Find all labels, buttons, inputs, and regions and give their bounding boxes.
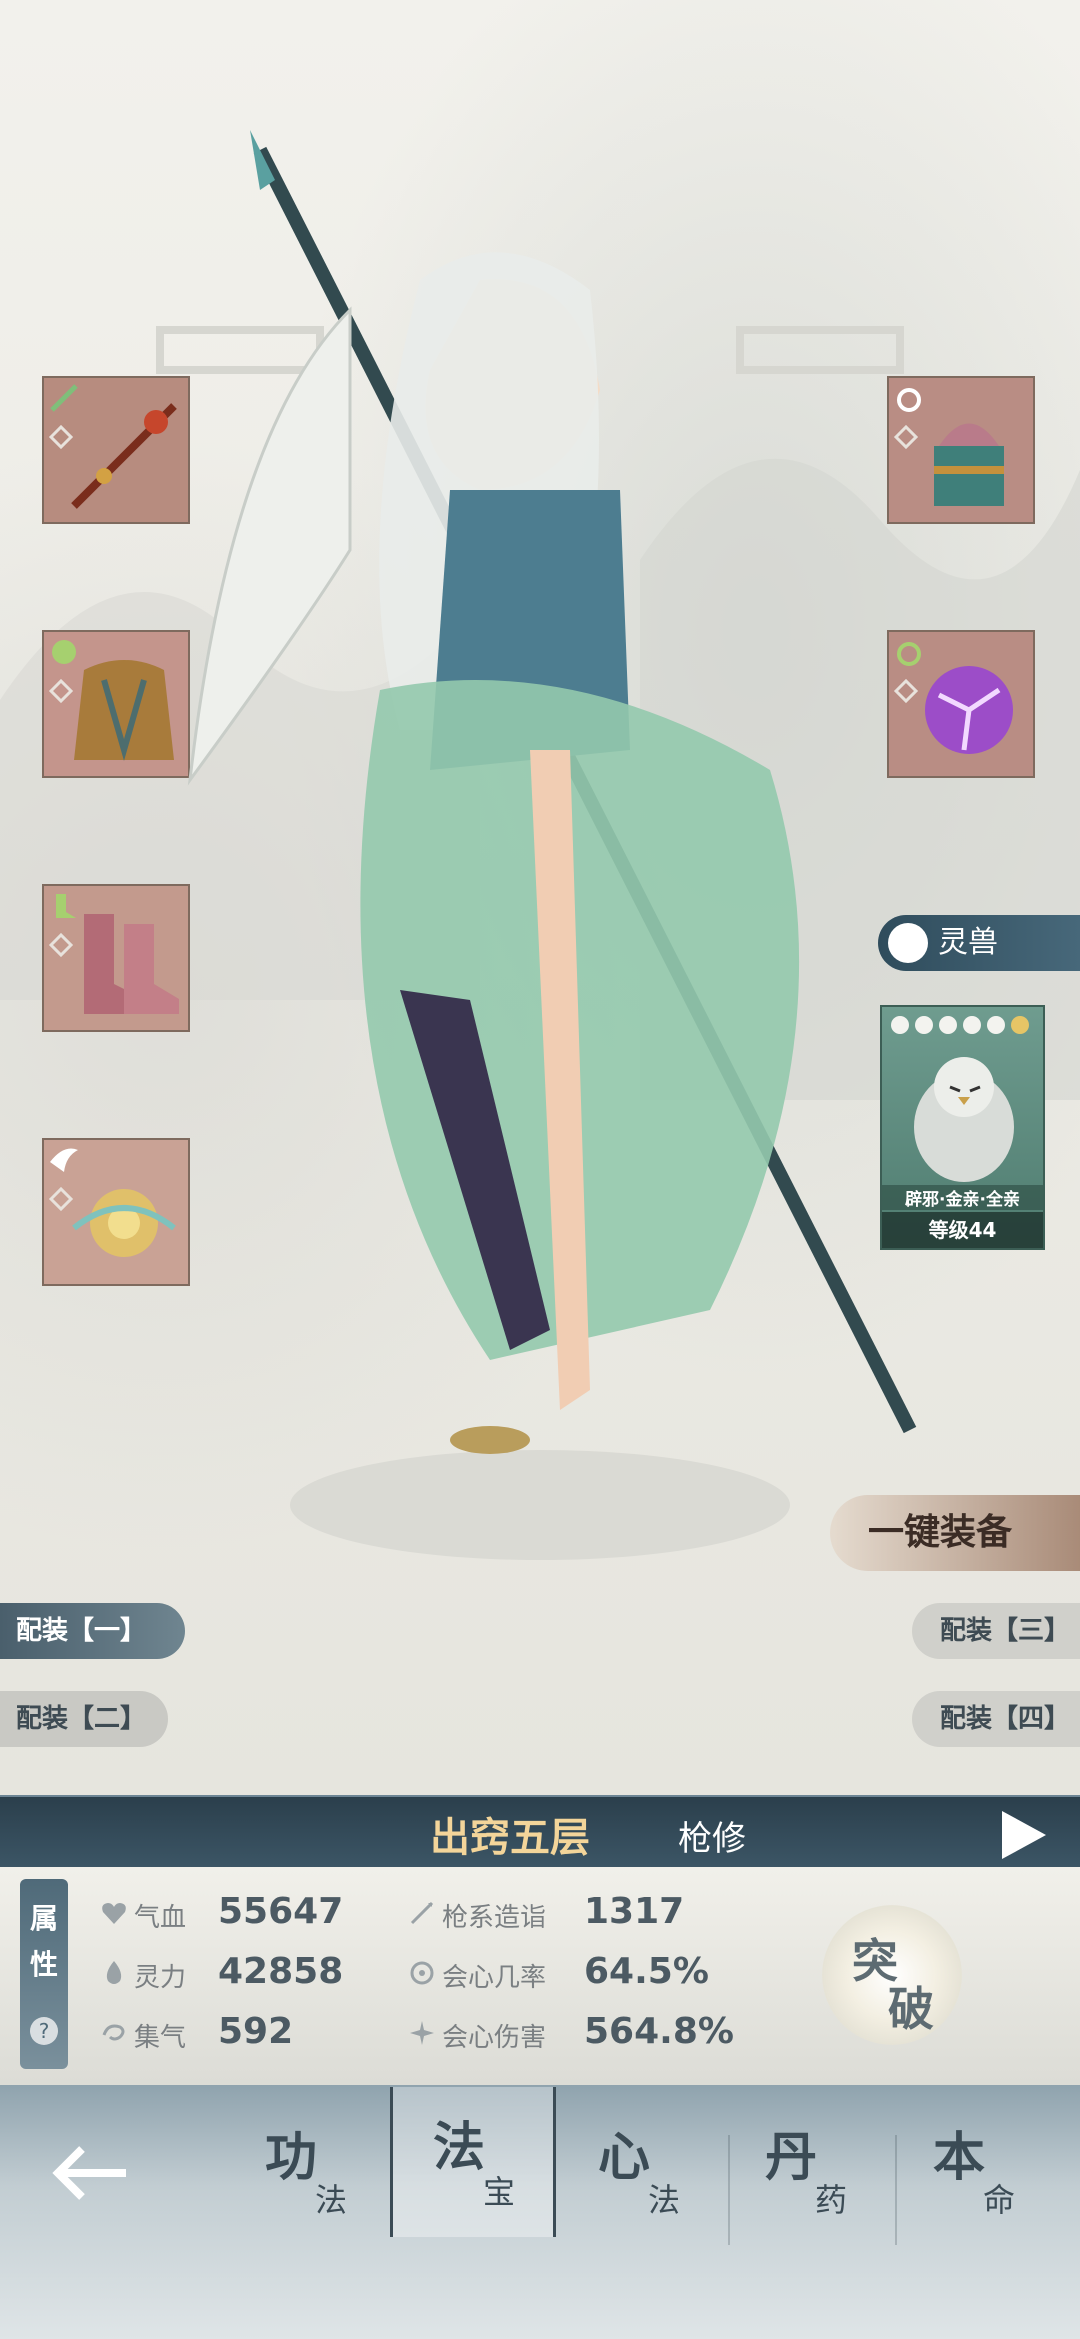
- pet-name: 辟邪·金亲·全亲: [882, 1185, 1043, 1210]
- paw-icon: [888, 923, 928, 963]
- tab-pills[interactable]: 丹 药: [725, 2115, 885, 2255]
- tab-techniques-big: 功: [265, 2128, 318, 2188]
- stat-spirit-label: 灵力: [134, 1963, 187, 1993]
- rank-class: 枪修: [678, 1819, 746, 1859]
- character-illustration: [187, 130, 917, 1454]
- tab-mind-arts-small: 法: [648, 2181, 681, 2219]
- rank-title: 出窍五层: [430, 1815, 590, 1861]
- tab-mind-arts-big: 心: [598, 2128, 651, 2188]
- attributes-side-label: 属 性 ?: [20, 1879, 68, 2069]
- play-icon[interactable]: [1002, 1811, 1046, 1859]
- stat-qi-value: 592: [218, 2011, 294, 2052]
- tab-treasures-big: 法: [433, 2118, 486, 2178]
- bottom-navigation: 功 法 法 宝 心 法 丹 药 本 命: [0, 2085, 1080, 2339]
- stat-crit-rate: 会心几率 64.5%: [408, 1951, 738, 1995]
- heart-icon: [102, 1903, 126, 1924]
- owl-beast-portrait: [914, 1057, 1014, 1182]
- stat-crit-damage-value: 564.8%: [584, 2011, 734, 2052]
- spirit-beast-tab[interactable]: 灵兽: [878, 915, 1080, 971]
- tab-natal-small: 命: [983, 2181, 1016, 2219]
- back-arrow-icon[interactable]: [52, 2143, 132, 2203]
- tab-natal-big: 本: [933, 2128, 986, 2188]
- equip-all-button[interactable]: 一键装备: [830, 1495, 1080, 1571]
- side-label-char-2: 性: [30, 1948, 59, 1981]
- loadout-three-button[interactable]: 配装【三】: [912, 1603, 1080, 1659]
- rune-mark-icon: [48, 424, 74, 450]
- tab-pills-small: 药: [815, 2181, 848, 2219]
- tab-techniques-small: 法: [315, 2181, 348, 2219]
- stat-spear-label: 枪系造诣: [442, 1903, 547, 1933]
- stat-qi-label: 集气: [134, 2023, 187, 2053]
- stat-crit-damage-label: 会心伤害: [442, 2023, 547, 2053]
- stat-spirit-value: 42858: [218, 1951, 344, 1992]
- stat-hp-value: 55647: [218, 1891, 344, 1932]
- tab-pills-big: 丹: [765, 2128, 818, 2188]
- tab-treasures-small: 宝: [483, 2173, 516, 2211]
- stat-spear-value: 1317: [584, 1891, 685, 1932]
- stat-crit-damage: 会心伤害 564.8%: [408, 2011, 738, 2055]
- help-icon[interactable]: ?: [30, 2017, 58, 2045]
- loadout-one-button[interactable]: 配装【一】: [0, 1603, 185, 1659]
- tab-natal[interactable]: 本 命: [893, 2115, 1053, 2255]
- cultivation-rank-bar: 出窍五层 枪修: [0, 1795, 1080, 1869]
- stat-spirit: 灵力 42858: [100, 1951, 390, 1995]
- burst-icon: [410, 2021, 434, 2045]
- boots-type-icon: [56, 894, 76, 918]
- pet-level: 等级44: [882, 1212, 1043, 1248]
- spirit-beast-card[interactable]: 辟邪·金亲·全亲 等级44: [880, 1005, 1045, 1250]
- rune-mark-icon: [48, 678, 74, 704]
- spear-icon: [410, 1901, 434, 1925]
- stat-hp: 气血 55647: [100, 1891, 390, 1935]
- tab-treasures[interactable]: 法 宝: [390, 2087, 556, 2237]
- stat-crit-rate-label: 会心几率: [442, 1963, 547, 1993]
- spirit-beast-label: 灵兽: [938, 925, 998, 960]
- stat-qi: 集气 592: [100, 2011, 390, 2055]
- flame-icon: [106, 1961, 122, 1984]
- armor-type-icon: [52, 640, 76, 664]
- pet-star-row: [891, 1016, 1029, 1034]
- breakthrough-button[interactable]: 突 破: [822, 1905, 962, 2045]
- swirl-icon: [102, 2024, 125, 2041]
- rune-mark-icon: [48, 1186, 74, 1212]
- breakthrough-char-2: 破: [888, 1982, 934, 2036]
- crit-rate-icon: [410, 1961, 434, 1985]
- loadout-four-button[interactable]: 配装【四】: [912, 1691, 1080, 1747]
- tab-mind-arts[interactable]: 心 法: [558, 2115, 718, 2255]
- stat-crit-rate-value: 64.5%: [584, 1951, 709, 1992]
- side-label-char-1: 属: [30, 1902, 59, 1935]
- stat-hp-label: 气血: [134, 1903, 187, 1933]
- loadout-two-button[interactable]: 配装【二】: [0, 1691, 168, 1747]
- wing-type-icon: [50, 1148, 78, 1172]
- weapon-type-icon: [50, 384, 78, 412]
- stat-spear-mastery: 枪系造诣 1317: [408, 1891, 738, 1935]
- tab-techniques[interactable]: 功 法: [225, 2115, 385, 2255]
- rune-mark-icon: [48, 932, 74, 958]
